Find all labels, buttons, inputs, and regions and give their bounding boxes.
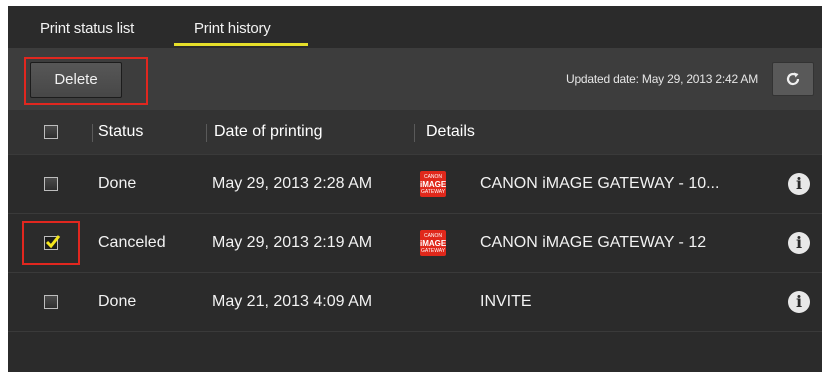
tab-bar: Print status list Print history bbox=[8, 6, 822, 48]
info-icon[interactable]: i bbox=[788, 232, 810, 254]
delete-button[interactable]: Delete bbox=[30, 62, 122, 98]
row-details: CANON iMAGE GATEWAY - 12 bbox=[480, 234, 707, 251]
canon-image-gateway-thumbnail: CANON iMAGE GATEWAY bbox=[420, 230, 446, 256]
refresh-button[interactable] bbox=[772, 62, 814, 96]
updated-date-text: Updated date: May 29, 2013 2:42 AM bbox=[565, 72, 758, 86]
active-tab-indicator bbox=[174, 43, 308, 46]
column-header-status[interactable]: Status bbox=[98, 123, 143, 141]
info-icon[interactable]: i bbox=[788, 173, 810, 195]
row-status: Done bbox=[98, 175, 137, 192]
print-panel: Print status list Print history Delete U… bbox=[8, 6, 822, 372]
column-divider bbox=[206, 124, 207, 142]
row-checkbox[interactable] bbox=[44, 177, 58, 191]
table-row[interactable]: Done May 21, 2013 4:09 AM INVITE i bbox=[8, 272, 822, 331]
table-row[interactable]: Canceled May 29, 2013 2:19 AM CANON iMAG… bbox=[8, 213, 822, 272]
thumb-text: GATEWAY bbox=[420, 248, 446, 254]
row-status: Canceled bbox=[98, 234, 166, 251]
table-header: Status Date of printing Details bbox=[8, 110, 822, 154]
thumb-text: iMAGE bbox=[420, 180, 447, 189]
column-header-date[interactable]: Date of printing bbox=[214, 123, 323, 141]
check-icon bbox=[45, 235, 61, 249]
row-details: INVITE bbox=[480, 293, 532, 310]
column-divider bbox=[92, 124, 93, 142]
row-checkbox[interactable] bbox=[44, 235, 61, 250]
toolbar: Delete Updated date: May 29, 2013 2:42 A… bbox=[8, 48, 822, 110]
info-icon[interactable]: i bbox=[788, 291, 810, 313]
canon-image-gateway-thumbnail: CANON iMAGE GATEWAY bbox=[420, 171, 446, 197]
row-date: May 29, 2013 2:28 AM bbox=[212, 175, 373, 192]
table-row[interactable]: Done May 29, 2013 2:28 AM CANON iMAGE GA… bbox=[8, 154, 822, 213]
column-divider bbox=[414, 124, 415, 142]
thumb-text: GATEWAY bbox=[420, 189, 446, 195]
tab-print-status-list[interactable]: Print status list bbox=[40, 20, 134, 37]
column-header-details[interactable]: Details bbox=[426, 123, 475, 141]
row-date: May 29, 2013 2:19 AM bbox=[212, 234, 373, 251]
refresh-icon bbox=[786, 72, 800, 86]
row-status: Done bbox=[98, 293, 137, 310]
row-details: CANON iMAGE GATEWAY - 10... bbox=[480, 175, 720, 192]
row-checkbox[interactable] bbox=[44, 295, 58, 309]
select-all-checkbox[interactable] bbox=[44, 125, 58, 139]
empty-row bbox=[8, 331, 822, 372]
thumb-text: iMAGE bbox=[420, 239, 447, 248]
tab-print-history[interactable]: Print history bbox=[194, 20, 271, 37]
row-date: May 21, 2013 4:09 AM bbox=[212, 293, 373, 310]
